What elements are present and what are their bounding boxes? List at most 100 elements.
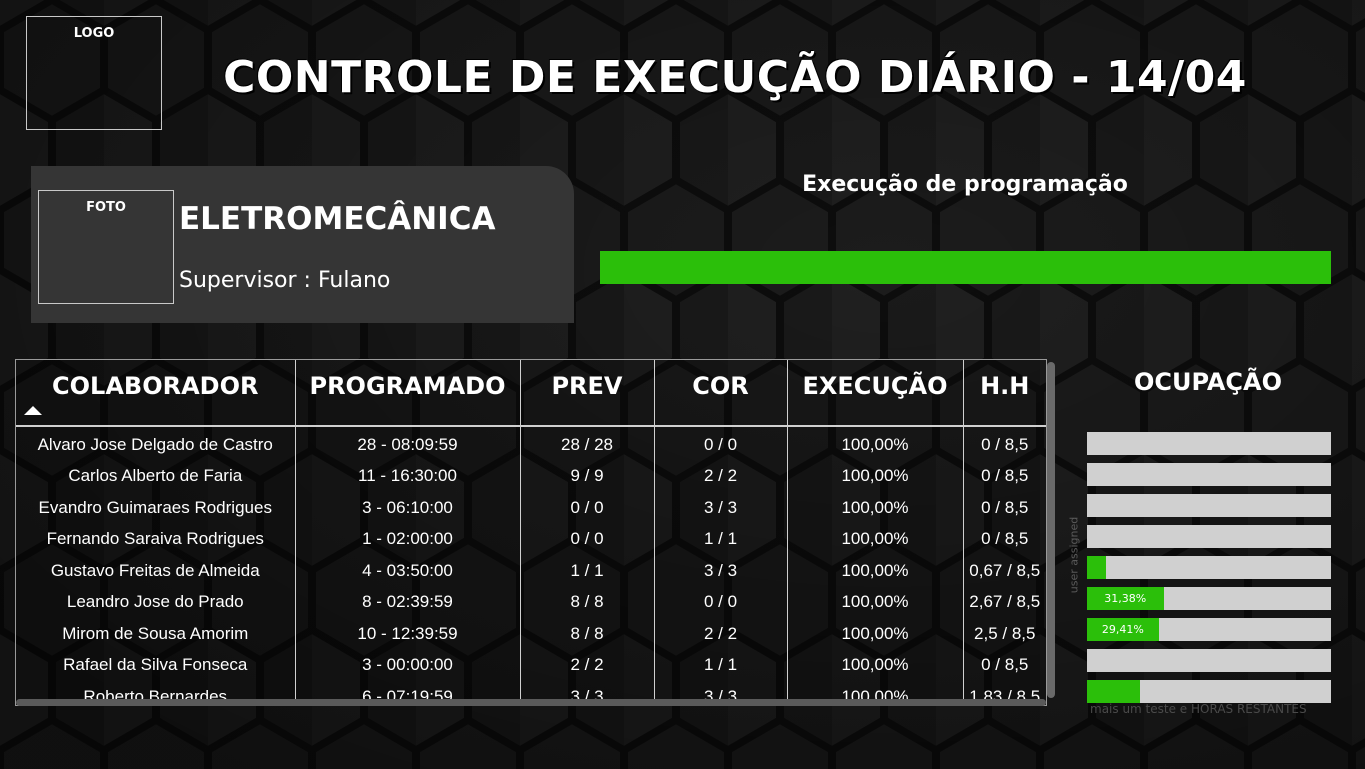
column-header-label: PREV [551, 371, 623, 400]
occupancy-bar-label [1087, 680, 1140, 703]
occupancy-bar[interactable]: 29,41% [1087, 618, 1331, 641]
table-row[interactable]: Carlos Alberto de Faria 11 - 16:30:00 9 / … [16, 460, 1046, 492]
cell-cor: 1 / 1 [654, 649, 788, 681]
cell-execucao: 100,00% [787, 492, 964, 524]
cell-colaborador: Carlos Alberto de Faria [16, 460, 296, 492]
table-row[interactable]: Gustavo Freitas de Almeida 4 - 03:50:00 1 … [16, 555, 1046, 587]
cell-prev: 9 / 9 [520, 460, 655, 492]
cell-hh: 0,67 / 8,5 [969, 560, 1041, 580]
column-header-label: COR [692, 371, 749, 400]
cell-hh: 0 / 8,5 [981, 655, 1029, 675]
occupancy-axis-label: user assigned [1067, 516, 1081, 594]
occupancy-bar[interactable] [1087, 432, 1331, 455]
cell-colaborador: Leandro Jose do Prado [16, 586, 296, 618]
cell-hh: 0 / 8,5 [981, 497, 1029, 517]
column-header-hh[interactable]: H.H [963, 360, 1046, 427]
cell-prev: 1 / 1 [520, 555, 655, 587]
occupancy-bar[interactable] [1087, 494, 1331, 517]
column-header-label: H.H [980, 371, 1030, 400]
supervisor-label: Supervisor : Fulano [179, 268, 391, 293]
cell-programado: 11 - 16:30:00 [295, 460, 521, 492]
column-header-label: PROGRAMADO [309, 371, 506, 400]
occupancy-bar-label: 29,41% [1101, 623, 1144, 636]
column-header-colaborador[interactable]: COLABORADOR [16, 360, 296, 427]
cell-hh: 0 / 8,5 [981, 434, 1029, 454]
cell-cor: 2 / 2 [654, 618, 788, 650]
cell-execucao: 100,00% [787, 618, 964, 650]
team-name: ELETROMECÂNICA [179, 201, 496, 237]
cell-prev: 2 / 2 [520, 649, 655, 681]
cell-execucao: 100,00% [787, 426, 964, 461]
column-header-label: COLABORADOR [52, 371, 259, 400]
logo-placeholder: LOGO [26, 16, 162, 130]
occupancy-bar[interactable] [1087, 680, 1331, 703]
column-header-prev[interactable]: PREV [520, 360, 655, 427]
cell-prev: 8 / 8 [520, 618, 655, 650]
cell-hh: 0 / 8,5 [981, 529, 1029, 549]
cell-programado: 10 - 12:39:59 [295, 618, 521, 650]
photo-label: FOTO [86, 200, 126, 215]
photo-placeholder: FOTO [38, 190, 174, 304]
occupancy-bar-label [1087, 556, 1106, 579]
occupancy-axis: user assigned [1064, 480, 1084, 630]
cell-colaborador: Alvaro Jose Delgado de Castro [16, 426, 296, 461]
cell-execucao: 100,00% [787, 586, 964, 618]
cell-execucao: 100,00% [787, 523, 964, 555]
cell-execucao: 100,00% [787, 555, 964, 587]
occupancy-title: OCUPAÇÃO [1133, 368, 1283, 396]
cell-cor: 2 / 2 [654, 460, 788, 492]
cell-hh: 2,67 / 8,5 [969, 592, 1041, 612]
cell-hh: 0 / 8,5 [981, 466, 1029, 486]
occupancy-bar[interactable]: 31,38% [1087, 587, 1331, 610]
page-title: CONTROLE DE EXECUÇÃO DIÁRIO - 14/04 [223, 52, 1247, 103]
cell-colaborador: Gustavo Freitas de Almeida [16, 555, 296, 587]
cell-execucao: 100,00% [787, 649, 964, 681]
cell-prev: 8 / 8 [520, 586, 655, 618]
table-horizontal-scrollbar[interactable] [16, 699, 1046, 706]
table-row[interactable]: Evandro Guimaraes Rodrigues 3 - 06:10:00 0… [16, 492, 1046, 524]
cell-programado: 8 - 02:39:59 [295, 586, 521, 618]
table-row[interactable]: Alvaro Jose Delgado de Castro 28 - 08:09:… [16, 426, 1046, 461]
logo-label: LOGO [73, 26, 115, 41]
execution-title: Execução de programação [802, 172, 1128, 197]
column-header-label: EXECUÇÃO [802, 371, 948, 400]
cell-programado: 3 - 06:10:00 [295, 492, 521, 524]
occupancy-footer-label: mais um teste e HORAS RESTANTES [1090, 702, 1307, 716]
column-header-programado[interactable]: PROGRAMADO [295, 360, 521, 427]
scrollbar-thumb[interactable] [1047, 362, 1055, 698]
table-row[interactable]: Rafael da Silva Fonseca 3 - 00:00:00 2 / 2… [16, 649, 1046, 681]
cell-cor: 0 / 0 [654, 586, 788, 618]
column-header-execucao[interactable]: EXECUÇÃO [787, 360, 964, 427]
cell-colaborador: Rafael da Silva Fonseca [16, 649, 296, 681]
cell-programado: 1 - 02:00:00 [295, 523, 521, 555]
table-body: Alvaro Jose Delgado de Castro 28 - 08:09:… [16, 426, 1046, 705]
execution-progress-bar [600, 251, 1331, 284]
occupancy-bar-label: 31,38% [1104, 592, 1147, 605]
column-header-cor[interactable]: COR [654, 360, 788, 427]
cell-colaborador: Fernando Saraiva Rodrigues [16, 523, 296, 555]
cell-cor: 3 / 3 [654, 492, 788, 524]
table-vertical-scrollbar[interactable] [1046, 360, 1056, 706]
occupancy-bar[interactable] [1087, 463, 1331, 486]
cell-prev: 28 / 28 [520, 426, 655, 461]
cell-programado: 28 - 08:09:59 [295, 426, 521, 461]
cell-colaborador: Mirom de Sousa Amorim [16, 618, 296, 650]
occupancy-bar[interactable] [1087, 525, 1331, 548]
occupancy-bar[interactable] [1087, 556, 1331, 579]
table-header-row: COLABORADOR PROGRAMADO PREV COR EXECUÇÃO… [16, 360, 1046, 427]
occupancy-bar[interactable] [1087, 649, 1331, 672]
cell-hh: 2,5 / 8,5 [974, 623, 1036, 643]
collaborators-table: COLABORADOR PROGRAMADO PREV COR EXECUÇÃO… [15, 359, 1047, 706]
cell-cor: 3 / 3 [654, 555, 788, 587]
cell-execucao: 100,00% [787, 460, 964, 492]
table-row[interactable]: Fernando Saraiva Rodrigues 1 - 02:00:00 0 … [16, 523, 1046, 555]
cell-prev: 0 / 0 [520, 492, 655, 524]
cell-cor: 1 / 1 [654, 523, 788, 555]
table-row[interactable]: Leandro Jose do Prado 8 - 02:39:59 8 / 80 … [16, 586, 1046, 618]
sort-ascending-icon[interactable] [24, 406, 42, 415]
cell-programado: 4 - 03:50:00 [295, 555, 521, 587]
table-row[interactable]: Mirom de Sousa Amorim 10 - 12:39:59 8 / 82… [16, 618, 1046, 650]
cell-cor: 0 / 0 [654, 426, 788, 461]
execution-progress-fill [600, 251, 1331, 284]
cell-prev: 0 / 0 [520, 523, 655, 555]
